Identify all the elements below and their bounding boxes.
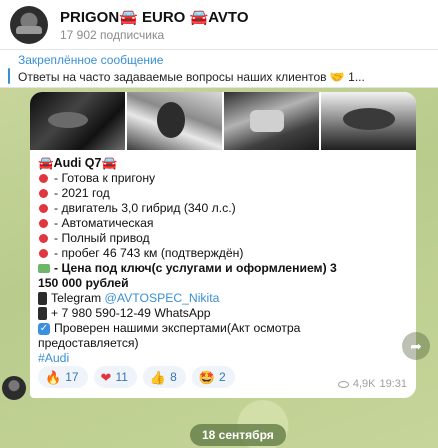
telegram-link[interactable]: @AVTOSPEC_Nikita: [105, 291, 220, 306]
reaction-heart[interactable]: ❤ 11: [93, 366, 137, 388]
date-separator: 18 сентября: [190, 424, 286, 446]
pinned-indicator: [8, 68, 10, 84]
photo-album[interactable]: [30, 92, 416, 150]
list-item: - Автоматическая: [38, 216, 408, 231]
whatsapp-line: + 7 980 590-12-49 WhatsApp: [38, 306, 408, 321]
thumbs-up-icon: 👍: [149, 369, 167, 385]
phone-icon: [38, 307, 47, 320]
price-value: 150 000 рублей: [38, 276, 129, 290]
telegram-line: Telegram @AVTOSPEC_Nikita: [38, 291, 408, 306]
list-item: - двигатель 3,0 гибрид (340 л.с.): [38, 201, 408, 216]
car-title: 🚘Audi Q7🚘: [38, 156, 118, 170]
message-meta: 4,9K 19:31: [337, 378, 407, 390]
phone-icon: [38, 292, 47, 305]
list-item: - пробег 46 743 км (подтверждён): [38, 246, 408, 261]
reaction-star-eyes[interactable]: 🤩 2: [191, 366, 235, 388]
channel-header[interactable]: PRIGON🚘 EURO 🚘AVTO 17 902 подписчика: [0, 0, 438, 50]
channel-avatar[interactable]: [10, 5, 48, 44]
reaction-thumbs-up[interactable]: 👍 8: [142, 366, 186, 388]
heart-icon: ❤: [100, 369, 112, 385]
red-dot-icon: [39, 219, 48, 228]
subscriber-count: 17 902 подписчика: [60, 27, 165, 42]
channel-title: PRIGON🚘 EURO 🚘AVTO: [60, 8, 249, 26]
share-icon[interactable]: ➦: [402, 332, 430, 360]
pinned-label: Закреплённое сообщение: [18, 53, 164, 67]
list-item: - Полный привод: [38, 231, 408, 246]
red-dot-icon: [39, 249, 48, 258]
checked-line-cont: предоставляется): [38, 336, 139, 350]
red-dot-icon: [39, 204, 48, 213]
channel-avatar-small[interactable]: [2, 376, 26, 400]
car-photo-4[interactable]: [321, 92, 416, 150]
eye-icon: [337, 380, 349, 388]
reactions-row: 🔥 17 ❤ 11 👍 8 🤩 2: [38, 366, 235, 388]
checkmark-icon: ✓: [38, 322, 50, 335]
list-item: - Готова к пригону: [38, 171, 408, 186]
red-dot-icon: [39, 189, 48, 198]
view-count: 4,9K: [352, 378, 376, 390]
message-bubble[interactable]: 🚘Audi Q7🚘 - Готова к пригону - 2021 год …: [30, 92, 416, 398]
price-line: - Цена под ключ(с услугами и оформлением…: [38, 261, 408, 276]
hashtag-link[interactable]: #Audi: [38, 351, 408, 366]
pinned-text: Ответы на часто задаваемые вопросы наших…: [18, 70, 365, 84]
red-dot-icon: [39, 174, 48, 183]
list-item: - 2021 год: [38, 186, 408, 201]
car-photo-3[interactable]: [224, 92, 319, 150]
car-photo-2[interactable]: [127, 92, 222, 150]
post-text: 🚘Audi Q7🚘 - Готова к пригону - 2021 год …: [30, 150, 416, 366]
red-dot-icon: [39, 234, 48, 243]
star-eyes-icon: 🤩: [198, 369, 215, 385]
message-time: 19:31: [379, 378, 407, 390]
reaction-fire[interactable]: 🔥 17: [38, 366, 88, 388]
checked-line: ✓ Проверен нашими экспертами(Акт осмотра: [38, 321, 301, 335]
car-photo-1[interactable]: [30, 92, 125, 150]
pinned-message-bar[interactable]: Закреплённое сообщение Ответы на часто з…: [0, 50, 438, 88]
fire-icon: 🔥: [45, 369, 62, 385]
money-icon: [38, 264, 50, 273]
